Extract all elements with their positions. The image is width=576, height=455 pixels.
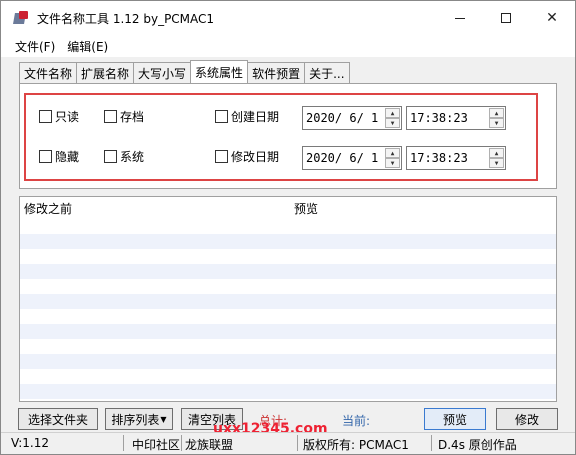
status-bar: V:1.12 中印社区 龙族联盟 版权所有: PCMAC1 D.4s 原创作品: [1, 432, 575, 454]
maximize-button[interactable]: [483, 1, 529, 35]
preview-button[interactable]: 预览: [424, 408, 486, 430]
created-date-field[interactable]: 2020/ 6/ 1 ▲ ▼: [302, 106, 402, 130]
status-alliance-link[interactable]: 龙族联盟: [185, 436, 233, 453]
spin-up-icon[interactable]: ▲: [385, 108, 400, 118]
spin-up-icon[interactable]: ▲: [489, 148, 504, 158]
system-label: 系统: [120, 150, 145, 164]
archive-label: 存档: [120, 110, 145, 124]
modified-time-field[interactable]: 17:38:23 ▲ ▼: [406, 146, 506, 170]
modified-date-label: 修改日期: [231, 150, 280, 164]
sort-list-label: 排序列表: [111, 412, 160, 427]
current-label: 当前:: [342, 414, 371, 428]
menu-file[interactable]: 文件(F): [9, 38, 61, 55]
spin-down-icon[interactable]: ▼: [489, 118, 504, 128]
created-date-checkbox[interactable]: 创建日期: [215, 108, 279, 125]
tab-extension[interactable]: 扩展名称: [76, 62, 135, 84]
status-divider: [181, 435, 182, 451]
status-divider: [123, 435, 124, 451]
list-row: [20, 234, 556, 249]
list-row: [20, 324, 556, 339]
list-row: [20, 354, 556, 369]
menu-bar: 文件(F) 编辑(E): [1, 35, 575, 57]
modified-date-checkbox[interactable]: 修改日期: [215, 148, 279, 165]
readonly-label: 只读: [55, 110, 80, 124]
select-folder-button[interactable]: 选择文件夹: [18, 408, 98, 430]
column-before[interactable]: 修改之前: [24, 200, 72, 217]
sort-list-button[interactable]: 排序列表 ▼: [105, 408, 173, 430]
file-list[interactable]: 修改之前 预览: [19, 196, 557, 402]
status-divider: [297, 435, 298, 451]
spin-up-icon[interactable]: ▲: [385, 148, 400, 158]
status-copyright: 版权所有: PCMAC1: [303, 438, 409, 452]
close-button[interactable]: ✕: [529, 1, 575, 35]
tab-strip: 文件名称 扩展名称 大写小写 系统属性 软件预置 关于...: [19, 60, 350, 84]
time-spinner[interactable]: ▲ ▼: [489, 108, 504, 128]
list-row: [20, 369, 556, 384]
hidden-checkbox[interactable]: 隐藏: [39, 148, 79, 165]
close-icon: ✕: [546, 10, 558, 26]
tab-system-attributes[interactable]: 系统属性: [190, 60, 249, 84]
tab-filename[interactable]: 文件名称: [19, 62, 78, 84]
list-row: [20, 384, 556, 399]
modified-time-value: 17:38:23: [410, 151, 468, 165]
list-row: [20, 309, 556, 324]
dropdown-arrow-icon: ▼: [160, 414, 167, 424]
minimize-icon: [455, 17, 465, 19]
status-community-link[interactable]: 中印社区: [132, 436, 180, 453]
list-row: [20, 279, 556, 294]
date-spinner[interactable]: ▲ ▼: [385, 148, 400, 168]
system-checkbox[interactable]: 系统: [104, 148, 144, 165]
list-row: [20, 219, 556, 234]
time-spinner[interactable]: ▲ ▼: [489, 148, 504, 168]
checkbox-box[interactable]: [215, 150, 228, 163]
tab-presets[interactable]: 软件预置: [247, 62, 306, 84]
spin-down-icon[interactable]: ▼: [489, 158, 504, 168]
readonly-checkbox[interactable]: 只读: [39, 108, 79, 125]
column-preview[interactable]: 预览: [294, 200, 318, 217]
spin-down-icon[interactable]: ▼: [385, 158, 400, 168]
spin-down-icon[interactable]: ▼: [385, 118, 400, 128]
title-bar: 文件名称工具 1.12 by_PCMAC1 ✕: [1, 1, 575, 35]
status-version: V:1.12: [11, 436, 49, 450]
checkbox-box[interactable]: [104, 110, 117, 123]
status-original: D.4s 原创作品: [438, 438, 517, 452]
tab-case[interactable]: 大写小写: [133, 62, 192, 84]
list-row: [20, 249, 556, 264]
list-row: [20, 264, 556, 279]
checkbox-box[interactable]: [39, 110, 52, 123]
app-icon: [13, 10, 29, 26]
minimize-button[interactable]: [437, 1, 483, 35]
created-date-label: 创建日期: [231, 110, 280, 124]
checkbox-box[interactable]: [39, 150, 52, 163]
tab-about[interactable]: 关于...: [304, 62, 350, 84]
menu-edit[interactable]: 编辑(E): [61, 38, 114, 55]
checkbox-box[interactable]: [215, 110, 228, 123]
hidden-label: 隐藏: [55, 150, 80, 164]
list-row: [20, 339, 556, 354]
window-title: 文件名称工具 1.12 by_PCMAC1: [37, 11, 215, 26]
list-row: [20, 294, 556, 309]
app-window: 文件名称工具 1.12 by_PCMAC1 ✕ 文件(F) 编辑(E) 文件名称…: [0, 0, 576, 455]
created-time-value: 17:38:23: [410, 111, 468, 125]
modified-date-value: 2020/ 6/ 1: [306, 151, 379, 165]
maximize-icon: [501, 13, 511, 23]
spin-up-icon[interactable]: ▲: [489, 108, 504, 118]
created-date-value: 2020/ 6/ 1: [306, 111, 379, 125]
created-time-field[interactable]: 17:38:23 ▲ ▼: [406, 106, 506, 130]
modify-button[interactable]: 修改: [496, 408, 558, 430]
status-divider: [431, 435, 432, 451]
archive-checkbox[interactable]: 存档: [104, 108, 144, 125]
date-spinner[interactable]: ▲ ▼: [385, 108, 400, 128]
list-header: 修改之前 预览: [20, 197, 556, 219]
modified-date-field[interactable]: 2020/ 6/ 1 ▲ ▼: [302, 146, 402, 170]
checkbox-box[interactable]: [104, 150, 117, 163]
